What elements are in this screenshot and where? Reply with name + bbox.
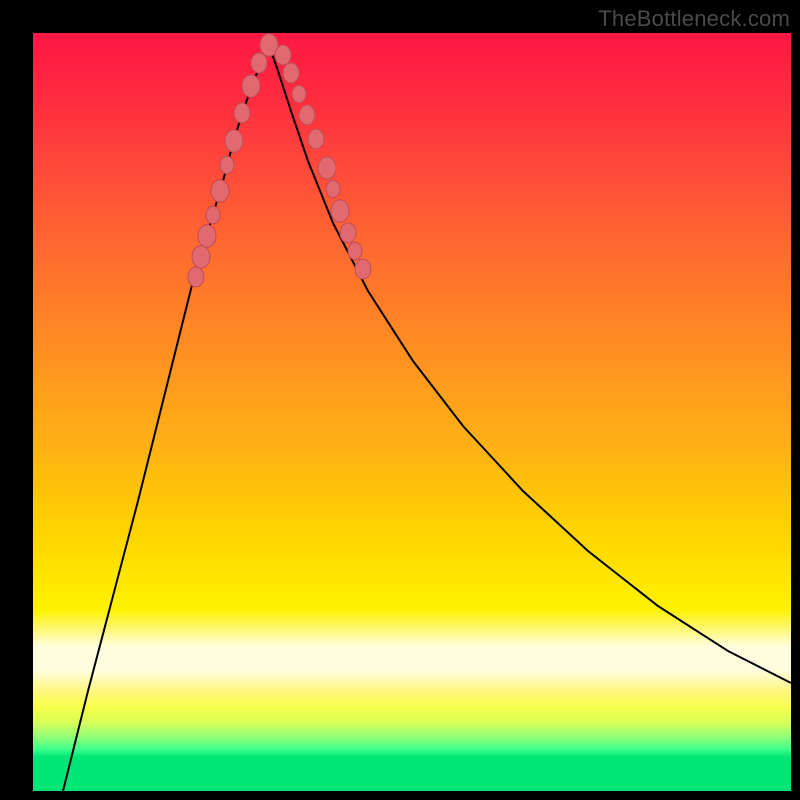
chart-svg [33, 33, 791, 791]
bead [299, 105, 315, 125]
bead [192, 246, 210, 269]
bead [283, 63, 299, 83]
beads-right-group [275, 45, 371, 279]
bead [211, 180, 229, 203]
chart-frame: TheBottleneck.com [0, 0, 800, 800]
right-curve [269, 45, 791, 683]
bead [206, 206, 220, 224]
left-curve [63, 45, 269, 791]
beads-left-group [188, 34, 278, 287]
watermark-label: TheBottleneck.com [598, 6, 790, 32]
bead [251, 53, 267, 73]
chart-plot-area [33, 33, 791, 791]
bead [348, 242, 362, 260]
bead [188, 267, 204, 287]
bead [220, 156, 234, 174]
bead [355, 259, 371, 279]
bead [340, 223, 356, 243]
bead [225, 130, 243, 153]
bead [326, 180, 340, 198]
bead [292, 85, 306, 103]
bead [234, 103, 250, 123]
bead [198, 225, 216, 248]
bead [318, 157, 336, 180]
bead [242, 75, 260, 98]
bead [308, 129, 324, 149]
bead [275, 45, 291, 65]
bead [331, 200, 349, 223]
